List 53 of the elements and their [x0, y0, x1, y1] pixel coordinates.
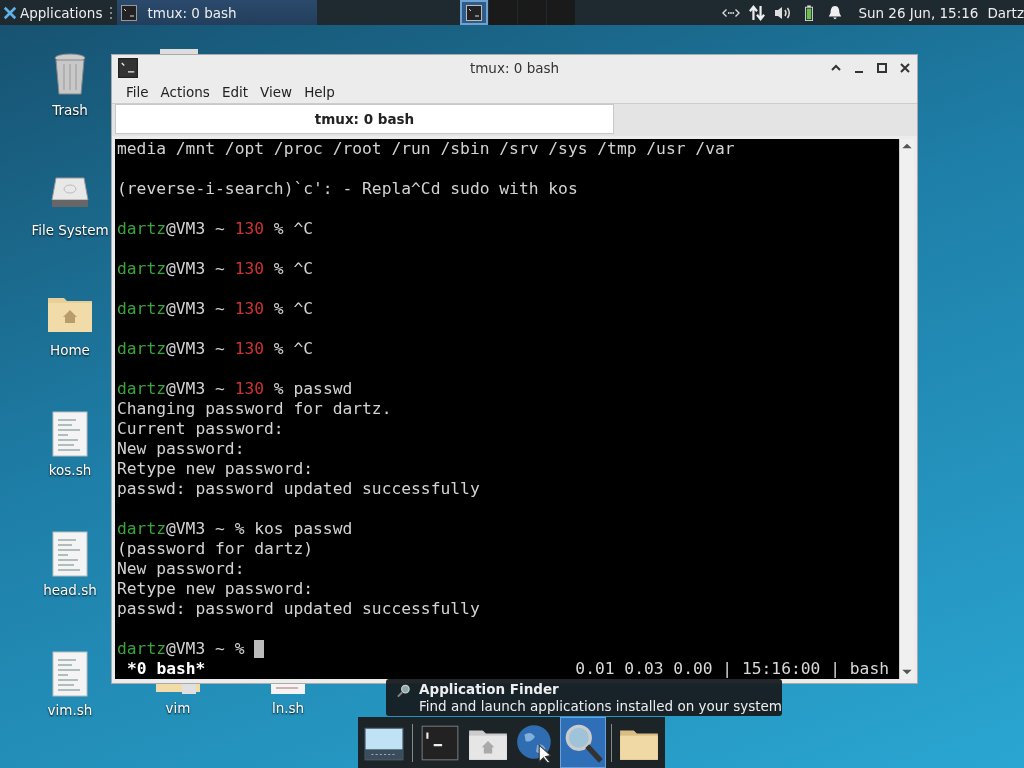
volume-icon[interactable] — [774, 4, 793, 21]
terminal-icon — [465, 4, 482, 21]
window-title: tmux: 0 bash — [469, 60, 560, 76]
clock[interactable]: Sun 26 Jun, 15:16 — [858, 4, 979, 21]
desktop-icon-label[interactable]: ln.sh — [271, 700, 305, 716]
scrollbar[interactable] — [899, 139, 914, 679]
terminal-line: New password: — [117, 559, 245, 579]
terminal-line: (reverse-i-search)`c': - Repla^Cd sudo with kos — [117, 179, 578, 199]
menu-item[interactable]: Edit — [215, 84, 255, 100]
taskbar-button[interactable]: tmux: 0 bash — [117, 0, 318, 25]
terminal-line: dartz@VM3 ~ 130 % passwd — [117, 379, 353, 399]
terminal-icon — [121, 4, 138, 21]
desktop-icon-label[interactable]: vim.sh — [47, 702, 93, 718]
terminal-line: media /mnt /opt /proc /root /run /sbin /srv /sys /tmp /usr /var — [117, 139, 735, 159]
terminal-tab[interactable]: tmux: 0 bash — [115, 104, 614, 134]
app-finder-launcher[interactable] — [560, 717, 606, 768]
user-menu[interactable]: Dartz — [987, 4, 1024, 21]
terminal-line: Current password: — [117, 419, 284, 439]
transfer-arrows-icon[interactable] — [748, 4, 767, 21]
tooltip-title: Application Finder — [419, 680, 560, 698]
close-icon[interactable] — [899, 62, 911, 74]
terminal-icon — [118, 58, 138, 78]
desktop-icon-label[interactable]: Home — [50, 342, 90, 358]
menu-item[interactable]: Actions — [154, 84, 216, 100]
terminal-line: dartz@VM3 ~ 130 % ^C — [117, 299, 314, 319]
maximize-icon[interactable] — [876, 62, 888, 74]
desktop-icon-label[interactable]: kos.sh — [48, 462, 92, 478]
terminal-line: New password: — [117, 439, 245, 459]
terminal-line: dartz@VM3 ~ 130 % ^C — [117, 339, 314, 359]
menu-item[interactable]: Help — [298, 84, 341, 100]
terminal-line: passwd: password updated successfully — [117, 479, 480, 499]
terminal-line: dartz@VM3 ~ 130 % ^C — [117, 219, 314, 239]
menu-item[interactable]: File — [120, 84, 155, 100]
desktop-icon-label[interactable]: vim — [165, 700, 191, 716]
tmux-status-info: 0.01 0.03 0.00 | 15:16:00 | bash — [575, 659, 889, 679]
folder-icon[interactable] — [154, 684, 202, 696]
terminal-line: Retype new password: — [117, 579, 314, 599]
desktop-icon-label[interactable]: File System — [31, 222, 109, 238]
applications-menu[interactable]: Applications — [0, 0, 106, 25]
workspace-button[interactable] — [459, 0, 488, 25]
terminal-line: Changing password for dartz. — [117, 399, 392, 419]
desktop-icon-label[interactable]: head.sh — [43, 582, 97, 598]
tooltip-description: Find and launch applications installed on your system — [419, 697, 782, 715]
terminal-line: dartz@VM3 ~ % kos passwd — [117, 519, 353, 539]
terminal-line: (password for dartz) — [117, 539, 314, 559]
panel-handle-icon — [109, 5, 114, 20]
tmux-window-status: *0 bash* — [126, 659, 206, 679]
terminal-line: dartz@VM3 ~ 130 % ^C — [117, 259, 314, 279]
menu-item[interactable]: View — [254, 84, 299, 100]
terminal-line: dartz@VM3 ~ % — [117, 639, 246, 659]
desktop-icon-label[interactable]: Trash — [52, 102, 88, 118]
terminal-line: passwd: password updated successfully — [117, 599, 480, 619]
terminal-line: Retype new password: — [117, 459, 314, 479]
